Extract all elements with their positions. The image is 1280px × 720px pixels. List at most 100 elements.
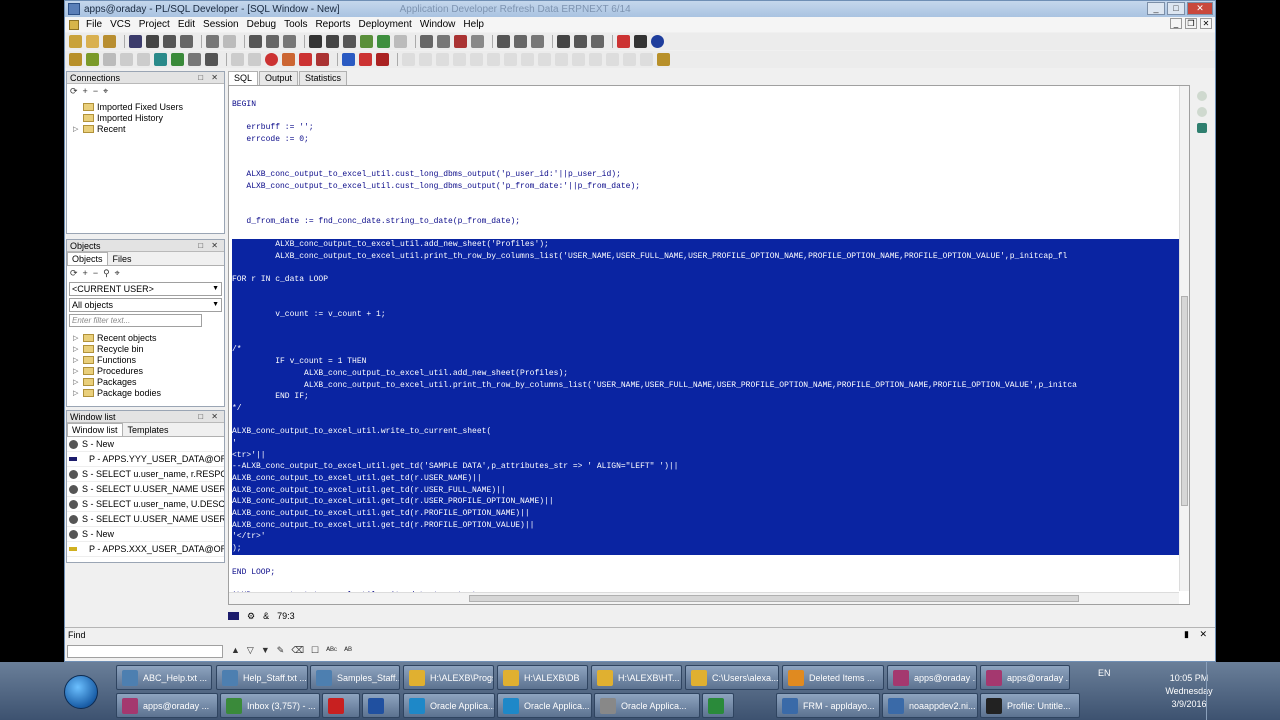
disabled-tool-icon[interactable]	[623, 53, 636, 66]
filter-input[interactable]: Enter filter text...	[69, 314, 202, 327]
code-area[interactable]: BEGIN errbuff := ''; errcode := 0; ALXB_…	[232, 99, 1182, 602]
info-icon[interactable]	[651, 35, 664, 48]
code-line[interactable]: END IF;	[232, 391, 1182, 403]
mdi-restore-button[interactable]: ❐	[1185, 18, 1197, 29]
taskbar-button[interactable]: ABC_Help.txt ...	[116, 665, 212, 690]
disabled-tool-icon[interactable]	[402, 53, 415, 66]
breakpoint-icon[interactable]	[265, 53, 278, 66]
menu-project[interactable]: Project	[135, 19, 174, 30]
taskbar-button[interactable]: H:\ALEXB\DB	[497, 665, 588, 690]
code-line[interactable]: END LOOP;	[232, 567, 1182, 579]
pin-icon[interactable]	[205, 53, 218, 66]
arrow-back-icon[interactable]	[376, 53, 389, 66]
taskbar-button[interactable]: Deleted Items ...	[782, 665, 884, 690]
code-line[interactable]	[232, 578, 1182, 590]
expand-icon[interactable]: ▷	[73, 356, 80, 364]
mdi-close-button[interactable]: ✕	[1200, 18, 1212, 29]
vertical-scrollbar[interactable]	[1179, 86, 1189, 591]
code-line[interactable]: v_count := v_count + 1;	[232, 309, 1182, 322]
code-line[interactable]: ALXB_conc_output_to_excel_util.print_th_…	[232, 250, 1182, 263]
code-line[interactable]	[232, 193, 1182, 205]
code-line[interactable]: ALXB_conc_output_to_excel_util.get_td(r.…	[232, 484, 1182, 497]
menu-help[interactable]: Help	[459, 19, 488, 30]
bookmark-icon[interactable]	[1197, 107, 1207, 117]
code-line[interactable]: /*	[232, 344, 1182, 357]
taskbar-button[interactable]: FRM - appldayo...	[776, 693, 880, 718]
scrollbar-thumb[interactable]	[1181, 296, 1188, 506]
code-line[interactable]: */	[232, 402, 1182, 415]
remove-icon[interactable]: −	[93, 86, 98, 96]
database-icon[interactable]	[1197, 123, 1207, 133]
close-button[interactable]: ✕	[1187, 2, 1213, 15]
taskbar-button[interactable]	[702, 693, 734, 718]
language-indicator[interactable]: EN	[1098, 668, 1111, 678]
disabled-db2-icon[interactable]	[137, 53, 150, 66]
taskbar-button[interactable]: Oracle Applica...	[403, 693, 495, 718]
code-line[interactable]: IF v_count = 1 THEN	[232, 356, 1182, 368]
title-bar[interactable]: apps@oraday - PL/SQL Developer - [SQL Wi…	[65, 1, 1215, 17]
options-icon[interactable]: ☐	[311, 645, 319, 656]
menu-file[interactable]: File	[82, 19, 106, 30]
expand-icon[interactable]: ▷	[73, 378, 80, 386]
word-icon[interactable]: ᴬᴮ	[344, 645, 352, 656]
disabled-tool-icon[interactable]	[453, 53, 466, 66]
code-line[interactable]: '</tr>'	[232, 531, 1182, 544]
tab-sql[interactable]: SQL	[228, 71, 259, 85]
object-type-select[interactable]: All objects ▼	[69, 298, 222, 312]
copy-icon[interactable]	[266, 35, 279, 48]
comment-icon[interactable]	[514, 35, 527, 48]
tree-item[interactable]: ▷ Recent objects	[73, 332, 224, 343]
menu-deployment[interactable]: Deployment	[354, 19, 415, 30]
refresh-icon[interactable]: ⟳	[70, 268, 78, 279]
open-folder-icon[interactable]	[103, 35, 116, 48]
menu-window[interactable]: Window	[416, 19, 460, 30]
clock[interactable]: 10:05 PM Wednesday 3/9/2016	[1150, 672, 1228, 711]
tab-output[interactable]: Output	[259, 71, 299, 85]
taskbar-button[interactable]: noaappdev2.ni...	[882, 693, 978, 718]
code-line[interactable]: ALXB_conc_output_to_excel_util.get_td(r.…	[232, 473, 1182, 485]
explain-icon[interactable]	[437, 35, 450, 48]
disabled-tool-icon[interactable]	[555, 53, 568, 66]
debug-start-icon[interactable]	[231, 53, 244, 66]
code-line[interactable]: errbuff := '';	[232, 122, 1182, 134]
code-line[interactable]: ALXB_conc_output_to_excel_util.print_th_…	[232, 379, 1182, 392]
code-line[interactable]	[232, 414, 1182, 427]
list-item[interactable]: S - SELECT u.user_name, U.DESCRIPT	[67, 497, 224, 512]
list-item[interactable]: S - New	[67, 527, 224, 542]
disabled-tool-icon[interactable]	[487, 53, 500, 66]
disabled-tool-icon[interactable]	[640, 53, 653, 66]
wand-icon[interactable]	[103, 53, 116, 66]
gear-icon[interactable]	[86, 53, 99, 66]
cascade-icon[interactable]	[591, 35, 604, 48]
describe-icon[interactable]	[420, 35, 433, 48]
menu-tools[interactable]: Tools	[280, 19, 311, 30]
expand-icon[interactable]: ▷	[73, 389, 80, 397]
execute-icon[interactable]	[377, 35, 390, 48]
mdi-minimize-button[interactable]: _	[1170, 18, 1182, 29]
save-icon[interactable]	[129, 35, 142, 48]
list-item[interactable]: S - New	[67, 437, 224, 452]
code-line[interactable]	[232, 111, 1182, 123]
tree-item[interactable]: ▷ Recent	[73, 123, 224, 134]
disabled-tool-icon[interactable]	[419, 53, 432, 66]
code-line[interactable]	[232, 262, 1182, 275]
redo-icon[interactable]	[223, 35, 236, 48]
scrollbar-thumb[interactable]	[469, 595, 1079, 602]
tab-files[interactable]: Files	[108, 252, 137, 265]
code-line[interactable]: errcode := 0;	[232, 134, 1182, 146]
code-line[interactable]: ALXB_conc_output_to_excel_util.write_to_…	[232, 426, 1182, 438]
replace-icon[interactable]	[343, 35, 356, 48]
new-icon[interactable]	[69, 35, 82, 48]
add-icon[interactable]: +	[83, 268, 88, 278]
horizontal-scrollbar[interactable]	[229, 592, 1179, 604]
taskbar-button[interactable]: H:\ALEXB\HT...	[591, 665, 682, 690]
taskbar-button[interactable]: apps@oraday ...	[116, 693, 218, 718]
menu-reports[interactable]: Reports	[311, 19, 354, 30]
tree-item[interactable]: ▷ Package bodies	[73, 387, 224, 398]
pin-icon[interactable]: ⌖	[103, 86, 108, 97]
arrow-right-icon[interactable]	[342, 53, 355, 66]
tile-icon[interactable]	[574, 35, 587, 48]
tab-window-list[interactable]: Window list	[67, 423, 123, 436]
code-line[interactable]: d_from_date := fnd_conc_date.string_to_d…	[232, 216, 1182, 228]
code-line[interactable]	[232, 297, 1182, 310]
